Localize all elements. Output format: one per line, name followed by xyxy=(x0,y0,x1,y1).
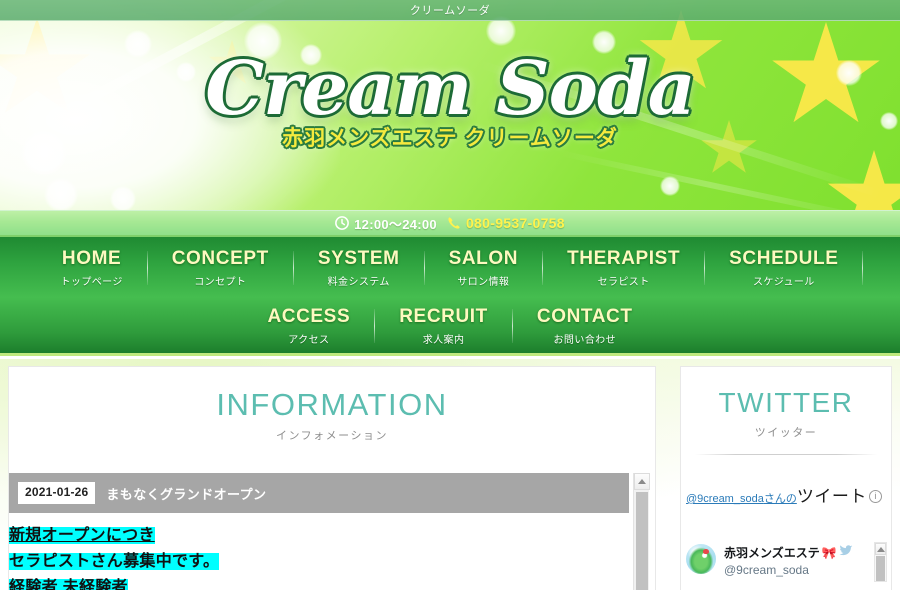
news-item[interactable]: 2021-01-26 まもなくグランドオープン xyxy=(9,473,629,513)
nav-label-jp: コンセプト xyxy=(194,276,247,288)
nav-label-en: ACCESS xyxy=(267,306,351,328)
nav-label-jp: 料金システム xyxy=(327,276,390,288)
twitter-account-card[interactable]: 赤羽メンズエステ 🎀 @9cream_soda xyxy=(686,544,886,590)
scrollbar-thumb[interactable] xyxy=(876,556,885,581)
twitter-heading: TWITTER ツイッター xyxy=(681,367,891,440)
nav-label-en: SYSTEM xyxy=(317,248,400,270)
twitter-timeline-suffix: さんの xyxy=(763,493,797,505)
news-body: 新規オープンにつき セラピストさん募集中です。 経験者 未経験者 xyxy=(9,513,639,590)
bokeh-circle xyxy=(660,176,680,196)
business-hours-bar: 12:00〜24:00 080-9537-0758 xyxy=(0,210,900,237)
nav-label-jp: セラピスト xyxy=(597,276,650,288)
nav-row-primary: HOME トップページ CONCEPT コンセプト SYSTEM 料金システム … xyxy=(0,237,900,299)
news-body-line: セラピストさん募集中です。 xyxy=(9,549,639,575)
nav-label-jp: お問い合わせ xyxy=(553,334,616,346)
nav-label-en: CONCEPT xyxy=(171,248,269,270)
scroll-up-button[interactable] xyxy=(875,543,886,555)
nav-label-en: SALON xyxy=(448,248,519,270)
top-title-bar: クリームソーダ xyxy=(0,0,900,21)
phone-number-text: 080-9537-0758 xyxy=(465,215,565,231)
twitter-account-name-text: 赤羽メンズエステ xyxy=(724,546,820,560)
twitter-timeline-handle[interactable]: @9cream_soda xyxy=(686,493,764,505)
bokeh-circle xyxy=(110,186,136,210)
nav-item-home[interactable]: HOME トップページ xyxy=(37,248,147,288)
news-date-badge: 2021-01-26 xyxy=(18,482,96,504)
nav-item-schedule[interactable]: SCHEDULE スケジュール xyxy=(705,248,862,288)
news-body-text: セラピストさん募集中です。 xyxy=(9,552,220,570)
news-scrollbar[interactable] xyxy=(633,473,650,590)
twitter-heading-jp: ツイッター xyxy=(754,427,818,439)
news-title: まもなくグランドオープン xyxy=(106,486,267,502)
nav-separator xyxy=(862,251,864,285)
nav-label-jp: スケジュール xyxy=(752,276,815,288)
twitter-account-handle: @9cream_soda xyxy=(724,563,809,577)
twitter-timeline-widget: @9cream_sodaさんのツイート i 赤羽メンズエステ 🎀 @9cream_… xyxy=(686,484,887,582)
news-body-text: 新規オープンにつき xyxy=(9,527,155,544)
phone-number[interactable]: 080-9537-0758 xyxy=(447,215,565,231)
nav-row-secondary: ACCESS アクセス RECRUIT 求人案内 CONTACT お問い合わせ xyxy=(0,299,900,353)
twitter-account-name: 赤羽メンズエステ 🎀 xyxy=(724,544,853,561)
news-list-inner: 2021-01-26 まもなくグランドオープン 新規オープンにつき セラピストさ… xyxy=(9,473,639,590)
information-heading: INFORMATION インフォメーション xyxy=(9,367,655,443)
twitter-heading-en: TWITTER xyxy=(718,387,854,418)
news-body-line: 経験者 未経験者 xyxy=(9,575,639,590)
nav-label-en: RECRUIT xyxy=(399,306,488,328)
business-hours-text: 12:00〜24:00 xyxy=(354,216,437,232)
twitter-timeline-word: ツイート xyxy=(796,487,867,506)
nav-item-therapist[interactable]: THERAPIST セラピスト xyxy=(543,248,704,288)
business-hours: 12:00〜24:00 xyxy=(335,214,437,233)
chevron-up-icon xyxy=(876,546,885,552)
main-navigation: HOME トップページ CONCEPT コンセプト SYSTEM 料金システム … xyxy=(0,237,900,356)
nav-item-system[interactable]: SYSTEM 料金システム xyxy=(294,248,424,288)
twitter-bird-icon xyxy=(839,545,853,560)
information-heading-en: INFORMATION xyxy=(216,387,448,422)
nav-label-en: SCHEDULE xyxy=(729,248,839,270)
twitter-scrollbar[interactable] xyxy=(874,542,887,582)
nav-label-jp: アクセス xyxy=(288,334,330,346)
twitter-timeline-header: @9cream_sodaさんのツイート i xyxy=(686,484,886,510)
ribbon-icon: 🎀 xyxy=(821,545,837,560)
information-heading-jp: インフォメーション xyxy=(276,430,388,442)
nav-item-salon[interactable]: SALON サロン情報 xyxy=(425,248,543,288)
news-list: 2021-01-26 まもなくグランドオープン 新規オープンにつき セラピストさ… xyxy=(9,473,655,590)
page-root: Cream Soda 赤羽メンズエステ クリームソーダ クリームソーダ 12:0… xyxy=(0,0,900,590)
nav-label-en: THERAPIST xyxy=(567,248,681,270)
nav-label-en: CONTACT xyxy=(536,306,633,328)
info-icon[interactable]: i xyxy=(868,490,882,503)
nav-item-concept[interactable]: CONCEPT コンセプト xyxy=(148,248,293,288)
news-body-text: 経験者 未経験者 xyxy=(9,578,128,590)
scroll-up-button[interactable] xyxy=(634,473,650,490)
nav-label-jp: トップページ xyxy=(60,276,123,288)
hero-banner: Cream Soda 赤羽メンズエステ クリームソーダ xyxy=(0,0,900,210)
scrollbar-thumb[interactable] xyxy=(636,492,648,590)
logo-main-text: Cream Soda xyxy=(205,46,695,132)
site-logo[interactable]: Cream Soda 赤羽メンズエステ クリームソーダ xyxy=(0,52,900,152)
bokeh-circle xyxy=(44,178,78,210)
nav-label-jp: サロン情報 xyxy=(457,276,510,288)
nav-label-jp: 求人案内 xyxy=(422,334,465,346)
nav-item-contact[interactable]: CONTACT お問い合わせ xyxy=(513,306,657,346)
phone-icon xyxy=(447,216,461,230)
divider xyxy=(695,454,877,455)
news-body-line: 新規オープンにつき xyxy=(9,523,639,549)
nav-item-recruit[interactable]: RECRUIT 求人案内 xyxy=(375,306,512,346)
logo-sub-text: 赤羽メンズエステ クリームソーダ xyxy=(282,127,618,150)
top-title-text: クリームソーダ xyxy=(409,5,491,17)
avatar xyxy=(686,544,716,574)
chevron-up-icon xyxy=(638,479,646,484)
clock-icon xyxy=(335,216,350,230)
nav-label-en: HOME xyxy=(61,248,122,270)
nav-item-access[interactable]: ACCESS アクセス xyxy=(243,306,374,346)
twitter-account-meta: 赤羽メンズエステ 🎀 @9cream_soda xyxy=(724,544,853,577)
